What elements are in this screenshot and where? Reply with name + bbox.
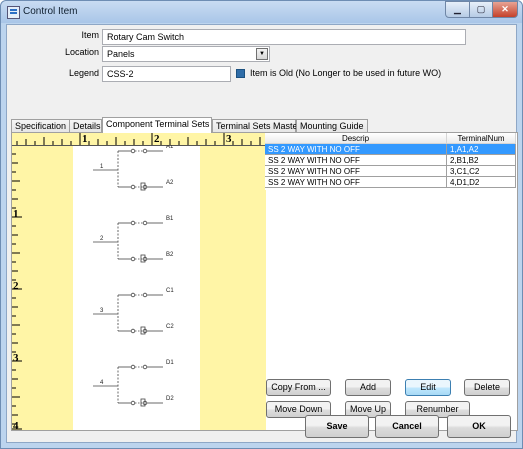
control-item-window: Control Item ▁ ▢ ✕ Item Rotary Cam Switc… [0, 0, 523, 449]
tab-details[interactable]: Details [69, 119, 102, 133]
switch-number: 2 [100, 236, 104, 242]
cancel-button[interactable]: Cancel [375, 415, 439, 438]
dialog-body: Item Rotary Cam Switch Location Panels ▼… [6, 24, 518, 443]
window-title: Control Item [23, 6, 78, 17]
app-icon [7, 6, 20, 19]
save-button[interactable]: Save [305, 415, 369, 438]
vertical-ruler: 1 2 3 4 [12, 145, 22, 430]
cancel-label: Cancel [392, 421, 422, 431]
ruler-number: 3 [226, 133, 232, 145]
table-row[interactable]: SS 2 WAY WITH NO OFF 1,A1,A2 [265, 144, 516, 155]
title-bar[interactable]: Control Item ▁ ▢ ✕ [1, 1, 522, 23]
ruler-number: 2 [13, 280, 19, 292]
table-row[interactable]: SS 2 WAY WITH NO OFF 4,D1,D2 [265, 177, 516, 188]
ruler-number: 1 [82, 133, 88, 145]
tab-specification[interactable]: Specification [11, 119, 70, 133]
tab-component-terminal-sets[interactable]: Component Terminal Sets [102, 117, 212, 133]
ruler-number: 1 [13, 208, 19, 220]
drawing-viewer[interactable]: 1 2 3 1 2 3 4 1 A1 A2 2 B1 B2 3 C1 C2 4 … [12, 133, 266, 430]
terminal-label: B2 [166, 252, 174, 258]
item-input[interactable]: Rotary Cam Switch [102, 29, 466, 45]
switch-number: 3 [100, 308, 104, 314]
ruler-number: 4 [13, 420, 19, 431]
save-label: Save [326, 421, 348, 431]
location-select[interactable]: Panels ▼ [102, 46, 270, 62]
terminal-label: A2 [166, 180, 174, 186]
location-value: Panels [107, 49, 135, 59]
item-is-old-label: Item is Old (No Longer to be used in fut… [250, 68, 442, 78]
cell-descrip: SS 2 WAY WITH NO OFF [265, 155, 447, 166]
terminal-label: C2 [166, 324, 174, 330]
close-button[interactable]: ✕ [492, 1, 518, 18]
cell-terminalnum: 3,C1,C2 [447, 166, 516, 177]
table-row[interactable]: SS 2 WAY WITH NO OFF 2,B1,B2 [265, 155, 516, 166]
chevron-down-icon[interactable]: ▼ [256, 48, 268, 60]
add-button[interactable]: Add [345, 379, 391, 396]
terminal-sets-grid[interactable]: Descrip TerminalNum SS 2 WAY WITH NO OFF… [265, 133, 516, 190]
ok-label: OK [472, 421, 486, 431]
terminal-label: D1 [166, 360, 174, 366]
legend-input[interactable]: CSS-2 [102, 66, 231, 82]
tab-panel: 1 2 3 1 2 3 4 1 A1 A2 2 B1 B2 3 C1 C2 4 … [11, 132, 518, 431]
table-row[interactable]: SS 2 WAY WITH NO OFF 3,C1,C2 [265, 166, 516, 177]
copy-from-button[interactable]: Copy From ... [266, 379, 331, 396]
cam-switch-schematic: 1 A1 A2 2 B1 B2 3 C1 C2 4 D1 D2 [93, 145, 174, 407]
location-label: Location [64, 47, 99, 57]
minimize-button[interactable]: ▁ [445, 1, 470, 18]
delete-button[interactable]: Delete [464, 379, 510, 396]
edit-button[interactable]: Edit [405, 379, 451, 396]
item-is-old-checkbox[interactable] [236, 69, 245, 78]
ruler-number: 3 [13, 352, 19, 364]
terminal-label: A1 [166, 145, 174, 150]
maximize-button[interactable]: ▢ [469, 1, 493, 18]
terminal-label: B1 [166, 216, 174, 222]
column-header-terminalnum[interactable]: TerminalNum [447, 133, 516, 144]
item-label: Item [81, 30, 99, 40]
ok-button[interactable]: OK [447, 415, 511, 438]
switch-number: 4 [100, 380, 104, 386]
ruler-number: 2 [154, 133, 160, 145]
tab-terminal-sets-master[interactable]: Terminal Sets Master [212, 119, 301, 133]
switch-number: 1 [100, 164, 104, 170]
terminal-label: C1 [166, 288, 174, 294]
column-header-descrip[interactable]: Descrip [265, 133, 447, 144]
cell-terminalnum: 1,A1,A2 [447, 144, 516, 155]
legend-label: Legend [68, 68, 99, 78]
cell-descrip: SS 2 WAY WITH NO OFF [265, 166, 447, 177]
terminal-label: D2 [166, 396, 174, 402]
cell-descrip: SS 2 WAY WITH NO OFF [265, 177, 447, 188]
tab-mounting-guide[interactable]: Mounting Guide [296, 119, 368, 133]
cell-descrip: SS 2 WAY WITH NO OFF [265, 144, 447, 155]
cell-terminalnum: 2,B1,B2 [447, 155, 516, 166]
cell-terminalnum: 4,D1,D2 [447, 177, 516, 188]
